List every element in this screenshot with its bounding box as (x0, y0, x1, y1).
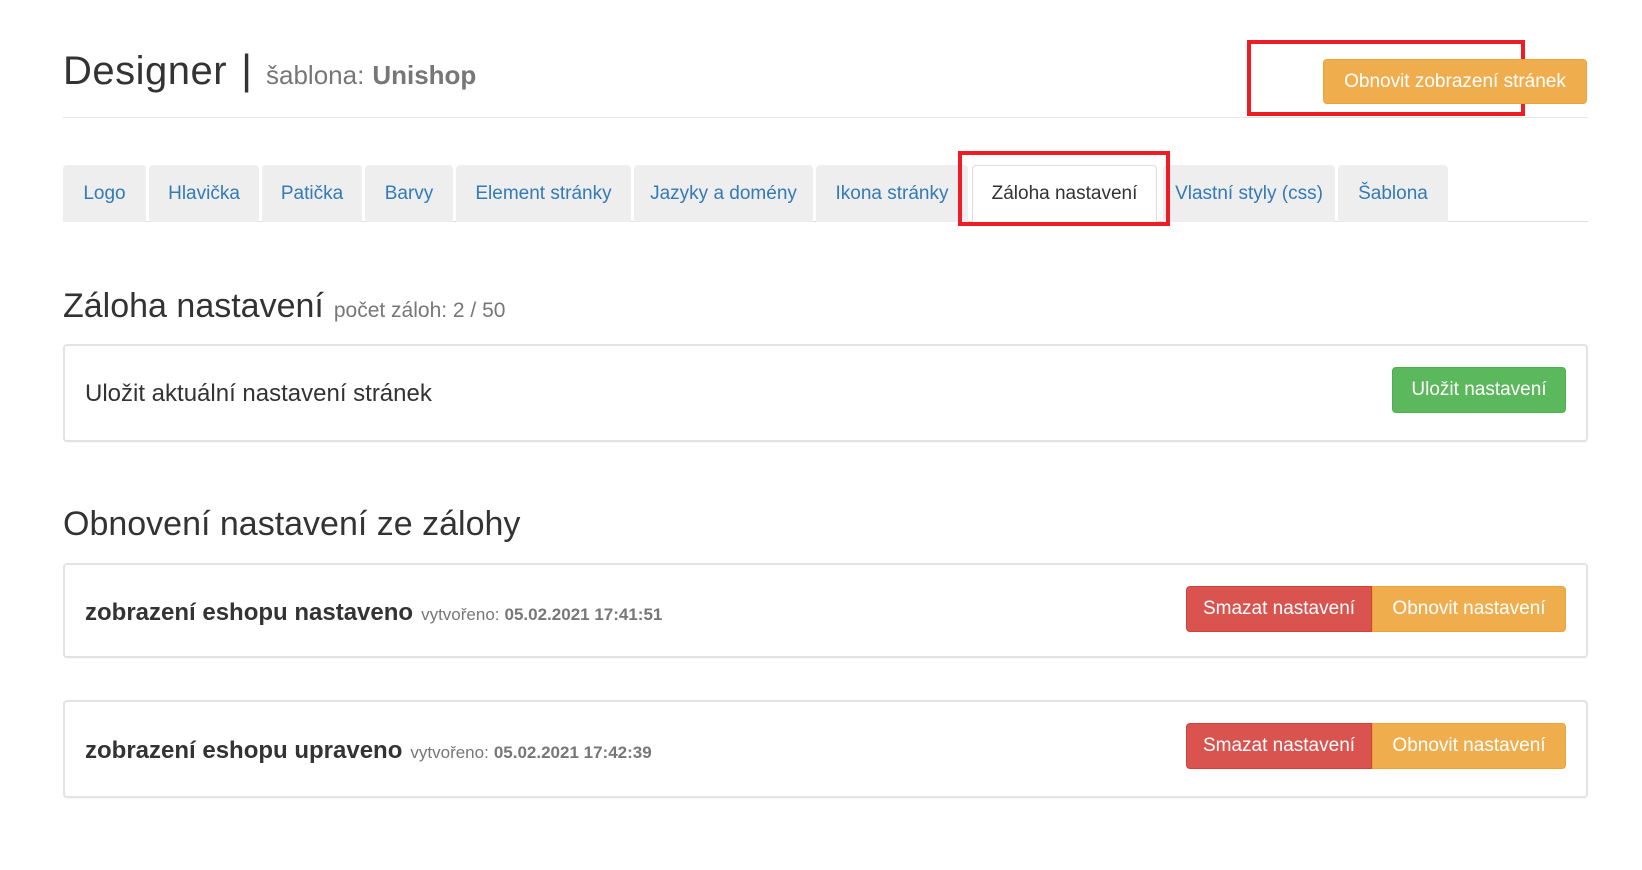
page-title: Designer (63, 49, 228, 93)
tab-custom-css[interactable]: Vlastní styly (css) (1163, 165, 1335, 222)
backup-item: zobrazení eshopu nastaveno vytvořeno: 05… (63, 563, 1588, 658)
restore-title: Obnovení nastavení ze zálohy (63, 505, 521, 543)
refresh-pages-button[interactable]: Obnovit zobrazení stránek (1323, 59, 1587, 104)
tab-colors[interactable]: Barvy (365, 165, 453, 222)
backup-item-actions: Smazat nastavení Obnovit nastavení (1186, 723, 1566, 769)
delete-backup-button[interactable]: Smazat nastavení (1186, 586, 1372, 632)
restore-section-title: Obnovení nastavení ze zálohy (63, 505, 520, 544)
backup-title: Záloha nastavení (63, 287, 324, 325)
save-settings-button[interactable]: Uložit nastavení (1392, 367, 1566, 413)
backup-item-actions: Smazat nastavení Obnovit nastavení (1186, 586, 1566, 632)
backup-created-label: vytvořeno: (410, 743, 489, 762)
header-divider (63, 117, 1588, 118)
page-header: Designer | šablona: Unishop (63, 46, 476, 94)
backup-created-date: 05.02.2021 17:41:51 (504, 605, 663, 624)
backup-item-info: zobrazení eshopu upraveno vytvořeno: 05.… (85, 737, 652, 765)
tab-page-element[interactable]: Element stránky (456, 165, 631, 222)
designer-page: Designer | šablona: Unishop Obnovit zobr… (0, 0, 1642, 870)
designer-tabs: Logo Hlavička Patička Barvy Element strá… (63, 165, 1588, 223)
restore-backup-button[interactable]: Obnovit nastavení (1372, 586, 1566, 632)
delete-backup-button[interactable]: Smazat nastavení (1186, 723, 1372, 769)
restore-backup-button[interactable]: Obnovit nastavení (1372, 723, 1566, 769)
tab-template[interactable]: Šablona (1338, 165, 1448, 222)
backup-section-title: Záloha nastavení počet záloh: 2 / 50 (63, 287, 505, 326)
tab-footer[interactable]: Patička (262, 165, 362, 222)
active-tab-highlight (958, 151, 1170, 226)
save-settings-panel: Uložit aktuální nastavení stránek Uložit… (63, 344, 1588, 442)
title-separator: | (241, 46, 252, 93)
backup-count: počet záloh: 2 / 50 (333, 299, 506, 322)
backup-created-label: vytvořeno: (421, 605, 500, 624)
backup-item-name: zobrazení eshopu upraveno (85, 737, 403, 764)
tab-languages-domains[interactable]: Jazyky a domény (634, 165, 813, 222)
backup-item-info: zobrazení eshopu nastaveno vytvořeno: 05… (85, 599, 662, 627)
tab-header[interactable]: Hlavička (149, 165, 259, 222)
backup-item: zobrazení eshopu upraveno vytvořeno: 05.… (63, 700, 1588, 798)
backup-item-name: zobrazení eshopu nastaveno (85, 599, 414, 626)
save-settings-text: Uložit aktuální nastavení stránek (85, 380, 432, 407)
tab-logo[interactable]: Logo (63, 165, 146, 222)
template-label: šablona: (266, 60, 365, 90)
template-name: Unishop (372, 60, 477, 90)
backup-created-date: 05.02.2021 17:42:39 (493, 743, 652, 762)
tab-page-icon[interactable]: Ikona stránky (816, 165, 968, 222)
